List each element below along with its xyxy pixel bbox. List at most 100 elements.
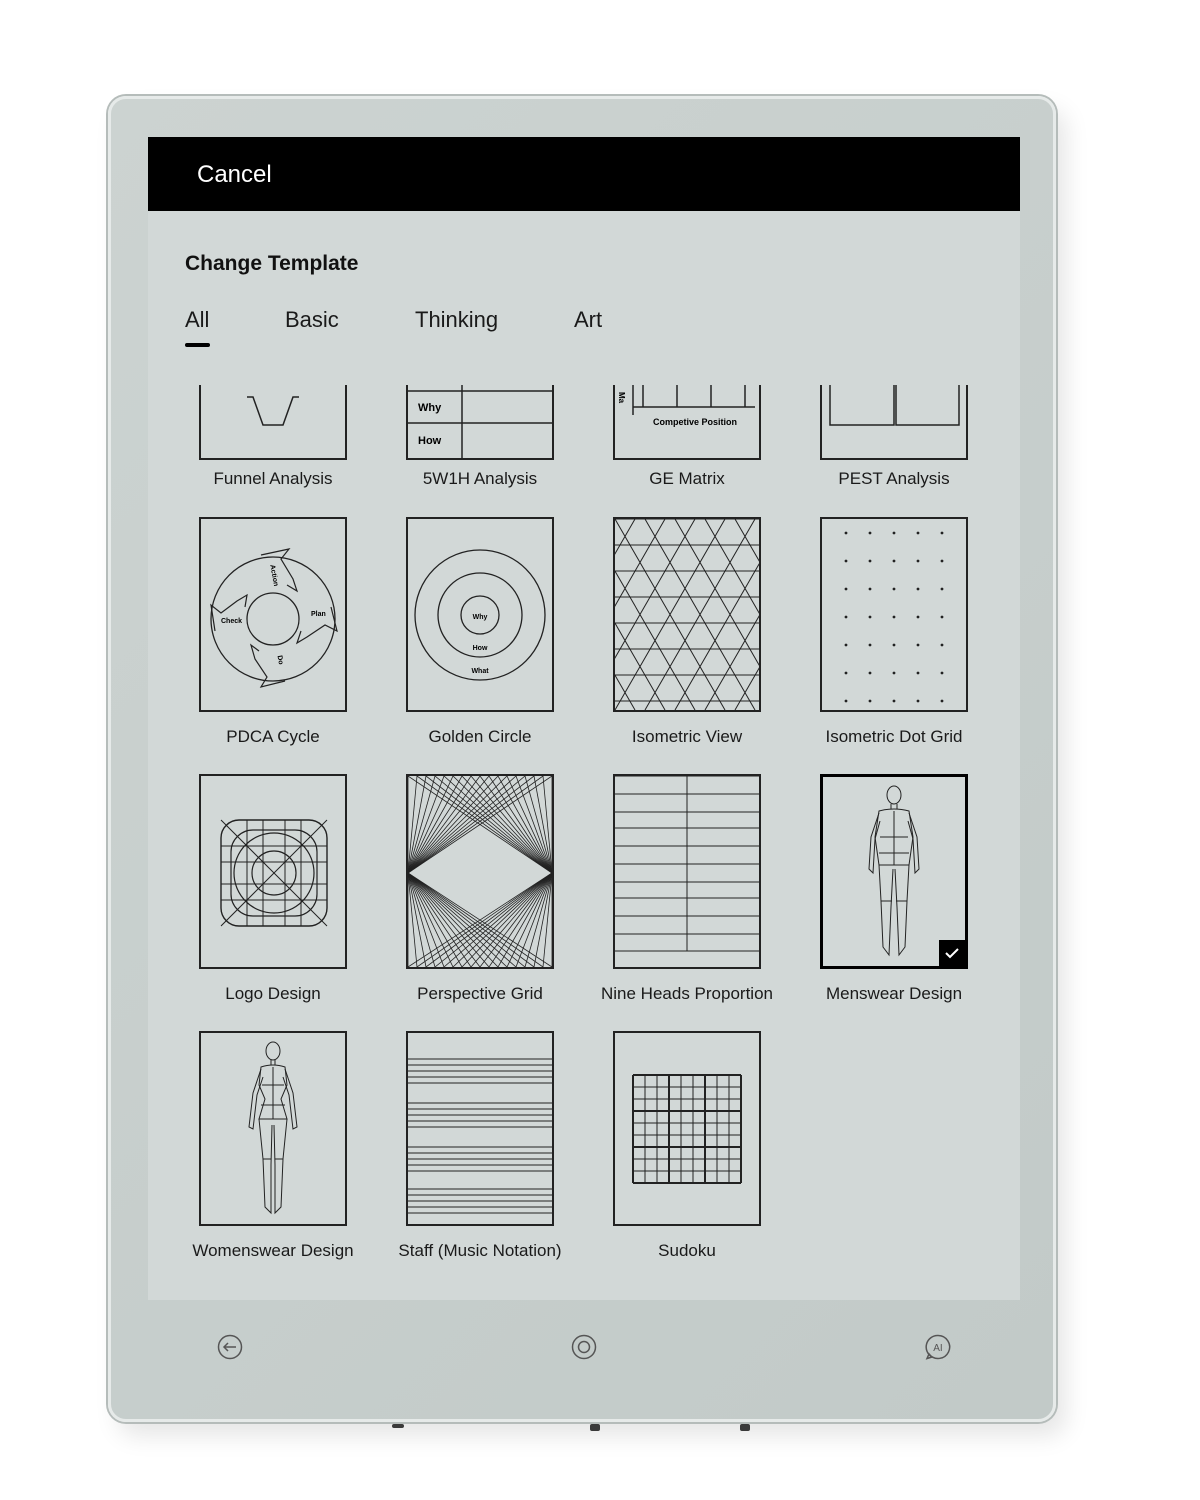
thumb-line	[674, 519, 759, 666]
thumb-text: Competive Position	[653, 417, 737, 427]
thumb-line	[408, 872, 490, 967]
thumb-dot	[892, 587, 896, 591]
thumb-dot	[940, 699, 944, 703]
thumb-dot	[868, 587, 872, 591]
thumb-line	[506, 776, 552, 874]
checkmark-icon	[939, 940, 965, 966]
thumb-line	[408, 776, 454, 874]
thumb-dot	[916, 643, 920, 647]
thumb-dot	[940, 643, 944, 647]
thumb-text: Do	[275, 655, 284, 665]
thumb-dot	[916, 699, 920, 703]
thumb-dot	[892, 699, 896, 703]
isometric-icon	[613, 517, 761, 712]
thumb-dot	[940, 559, 944, 563]
thumb-line	[408, 776, 481, 874]
thumb-line	[506, 872, 552, 967]
thumb-dot	[868, 615, 872, 619]
thumb-line	[704, 615, 759, 710]
thumb-dot	[892, 559, 896, 563]
template-name: PDCA Cycle	[226, 727, 320, 746]
thumb-text: Why	[418, 402, 442, 414]
lines-icon	[613, 774, 761, 969]
tab-basic[interactable]: Basic	[285, 307, 339, 333]
thumb-line	[615, 519, 696, 659]
template-name: Womenswear Design	[192, 1241, 354, 1260]
template-name: Golden Circle	[428, 727, 532, 746]
thumb-dot	[916, 559, 920, 563]
template-name: Sudoku	[658, 1241, 716, 1260]
thumb-dot	[940, 587, 944, 591]
table-icon: Why How	[406, 385, 554, 460]
thumb-dot	[868, 559, 872, 563]
thumb-line	[497, 776, 552, 874]
thumb-dot	[844, 643, 848, 647]
ai-assistant-icon[interactable]: AI	[925, 1334, 951, 1360]
perspective-icon	[406, 774, 554, 969]
tab-thinking[interactable]: Thinking	[415, 307, 498, 333]
thumb-text: How	[473, 645, 488, 652]
dot-grid-icon	[820, 517, 968, 712]
thumb-line	[408, 776, 508, 874]
thumb-line	[497, 872, 552, 967]
thumb-line	[452, 776, 552, 874]
ai-label: AI	[933, 1343, 942, 1354]
figure-icon	[820, 774, 968, 969]
logo-grid-icon	[199, 774, 347, 969]
thumb-dot	[916, 587, 920, 591]
thumb-text: Plan	[311, 611, 326, 618]
back-arrow-icon[interactable]	[217, 1334, 243, 1360]
sudoku-icon	[613, 1031, 761, 1226]
thumb-text: Check	[221, 618, 242, 625]
template-name: Menswear Design	[825, 984, 963, 1003]
thumb-text: Ma	[617, 392, 626, 404]
template-name: PEST Analysis	[838, 469, 950, 488]
top-bar: Cancel	[148, 137, 1020, 211]
thumb-line	[408, 872, 454, 967]
thumb-line	[408, 872, 481, 967]
thumb-text: Action	[268, 564, 279, 587]
thumb-dot	[892, 531, 896, 535]
template-name: Staff (Music Notation)	[398, 1241, 562, 1260]
matrix-icon: Competive Position Ma	[613, 385, 761, 460]
thumb-line	[470, 872, 552, 967]
thumb-dot	[940, 615, 944, 619]
thumb-line	[674, 563, 759, 710]
device-bottom-port	[740, 1424, 750, 1431]
staff-icon	[406, 1031, 554, 1226]
template-name: Perspective Grid	[417, 984, 543, 1003]
template-name: 5W1H Analysis	[422, 469, 538, 488]
home-circle-icon[interactable]	[571, 1334, 597, 1360]
thumb-dot	[916, 615, 920, 619]
thumb-dot	[892, 671, 896, 675]
screen: Cancel Change Template All Basic Thinkin…	[148, 137, 1020, 1300]
thumb-text: Why	[473, 614, 488, 621]
thumb-dot	[892, 643, 896, 647]
thumb-line	[425, 872, 552, 967]
cancel-button[interactable]: Cancel	[197, 161, 272, 189]
template-name: Isometric Dot Grid	[825, 727, 963, 746]
thumb-dot	[844, 531, 848, 535]
thumb-line	[704, 519, 759, 614]
thumb-dot	[940, 671, 944, 675]
thumb-dot	[844, 559, 848, 563]
thumb-text: How	[418, 435, 442, 447]
template-name: Isometric View	[631, 727, 743, 746]
tab-all[interactable]: All	[185, 307, 209, 333]
thumb-line	[479, 776, 552, 874]
template-grid[interactable]: Funnel Analysis Why How 5W1H Analysis Co…	[148, 385, 1020, 1300]
thumb-text: What	[471, 668, 489, 675]
thumb-line	[408, 872, 463, 967]
thumb-dot	[844, 615, 848, 619]
active-tab-indicator	[185, 343, 210, 347]
thumb-dot	[916, 531, 920, 535]
thumb-dot	[868, 531, 872, 535]
thumb-line	[425, 776, 552, 874]
target-icon: Why How What	[406, 517, 554, 712]
thumb-line	[479, 872, 552, 967]
thumb-dot	[844, 699, 848, 703]
template-name: GE Matrix	[649, 469, 725, 488]
cycle-icon: Action Plan Check Do	[199, 517, 347, 712]
tab-art[interactable]: Art	[574, 307, 602, 333]
thumb-dot	[868, 671, 872, 675]
